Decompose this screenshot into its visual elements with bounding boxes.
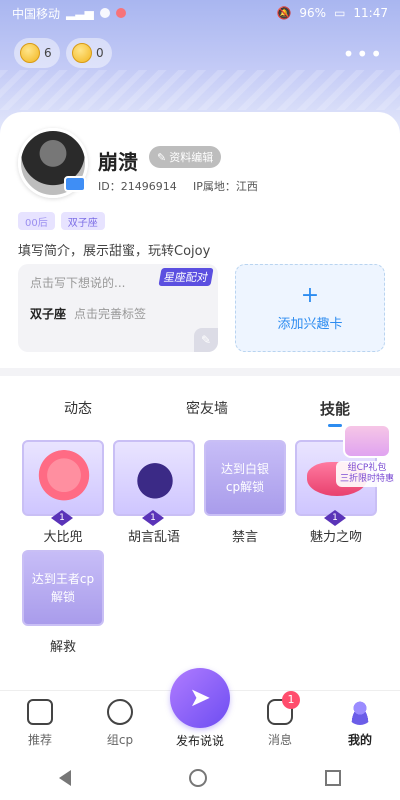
gift-promo-text: 组CP礼包 三折限时特惠	[336, 461, 398, 487]
cp-gift-promo[interactable]: 组CP礼包 三折限时特惠	[336, 424, 398, 490]
home-icon	[27, 699, 53, 725]
user-id: ID：21496914	[98, 180, 177, 193]
battery-icon: ▭	[334, 6, 346, 20]
nav-messages[interactable]: 消息	[250, 699, 310, 748]
section-divider	[0, 368, 400, 376]
user-name: 崩溃	[98, 150, 138, 174]
profile-tags: 00后 双子座	[18, 212, 105, 230]
slap-icon	[36, 450, 92, 506]
more-options-icon[interactable]: •••	[343, 42, 384, 66]
coin-balance[interactable]: 0	[66, 38, 112, 68]
profile-card: 崩溃 ✎ 资料编辑 ID：21496914 IP属地：江西 00后 双子座 填写…	[0, 112, 400, 368]
nav-recommend[interactable]: 推荐	[10, 699, 70, 748]
add-interest-label: 添加兴趣卡	[277, 316, 343, 332]
nav-me[interactable]: 我的	[330, 699, 390, 748]
crown-balance[interactable]: 6	[14, 38, 60, 68]
coin-count: 0	[96, 46, 104, 60]
battery-label: 96%	[299, 6, 327, 20]
crown-icon	[20, 43, 40, 63]
skill-image	[113, 440, 195, 516]
nav-label: 我的	[347, 733, 372, 747]
tab-friend-wall[interactable]: 密友墙	[186, 398, 228, 418]
skill-image-locked: 达到白银cp解锁	[204, 440, 286, 516]
crown-count: 6	[44, 46, 52, 60]
zodiac-match-badge: 星座配对	[158, 268, 214, 286]
complete-tags-link[interactable]: 点击完善标签	[74, 307, 146, 321]
skill-name: 禁言	[231, 530, 258, 545]
skill-name: 解救	[49, 640, 76, 655]
skill-card[interactable]: 达到王者cp解锁 解救	[22, 550, 104, 655]
post-prompt-card[interactable]: 点击写下想说的... 双子座 点击完善标签 星座配对 ✎	[18, 264, 218, 352]
nonsense-icon	[127, 450, 183, 506]
zodiac-tag: 双子座	[60, 212, 105, 230]
nav-label: 消息	[267, 733, 292, 747]
skill-card[interactable]: 1 大比兜	[22, 440, 104, 545]
recent-apps-icon[interactable]	[325, 770, 341, 786]
edit-corner-icon[interactable]: ✎	[194, 328, 218, 352]
publish-post-label: 发布说说	[175, 734, 224, 748]
age-tag: 00后	[18, 212, 55, 230]
skill-name: 大比兜	[43, 530, 83, 545]
unlock-requirement: 达到白银cp解锁	[220, 462, 269, 494]
back-icon[interactable]	[59, 770, 71, 786]
gift-box-icon	[343, 424, 391, 458]
nav-label: 组cp	[106, 733, 134, 747]
skill-name: 胡言乱语	[127, 530, 180, 545]
tab-moments[interactable]: 动态	[64, 398, 92, 418]
home-circle-icon[interactable]	[189, 769, 207, 787]
bio-text[interactable]: 填写简介，展示甜蜜，玩转Cojoy	[18, 240, 210, 259]
post-zodiac: 双子座	[30, 307, 67, 321]
nav-label: 推荐	[27, 733, 52, 747]
unlock-requirement: 达到王者cp解锁	[31, 572, 95, 604]
signal-icon: ▂▃▅	[66, 6, 94, 20]
tab-skills[interactable]: 技能	[320, 398, 350, 419]
gift-promo-line1: 组CP礼包	[347, 463, 387, 473]
chat-notification-icon	[99, 8, 110, 18]
profile-icon	[347, 699, 373, 725]
skill-card[interactable]: 1 胡言乱语	[113, 440, 195, 545]
location-icon	[115, 8, 126, 18]
send-icon: ➤	[189, 683, 211, 713]
coin-icon	[72, 43, 92, 63]
post-tag-row: 双子座 点击完善标签	[30, 305, 206, 322]
ip-location: IP属地：江西	[193, 180, 258, 193]
skill-image	[22, 440, 104, 516]
edit-profile-button[interactable]: ✎ 资料编辑	[149, 146, 222, 168]
publish-post-button[interactable]: ➤	[170, 668, 230, 728]
carrier-label: 中国移动	[12, 6, 61, 21]
hearts-icon	[107, 699, 133, 725]
add-interest-card[interactable]: + 添加兴趣卡	[235, 264, 385, 352]
pencil-icon: ✎	[157, 150, 167, 164]
system-navigation-bar	[0, 756, 400, 800]
nav-form-cp[interactable]: 组cp	[90, 699, 150, 748]
gift-promo-line2: 三折限时特惠	[339, 474, 394, 484]
status-bar: 中国移动 ▂▃▅ 🔕 96% ▭ 11:47	[0, 0, 400, 26]
skill-name: 魅力之吻	[309, 530, 362, 545]
mute-icon: 🔕	[276, 6, 292, 20]
skill-image-locked: 达到王者cp解锁	[22, 550, 104, 626]
edit-profile-label: 资料编辑	[169, 151, 214, 164]
skill-card[interactable]: 达到白银cp解锁 禁言	[204, 440, 286, 545]
plus-icon: +	[300, 282, 320, 308]
clock: 11:47	[353, 6, 388, 20]
avatar-badge-icon	[64, 176, 86, 192]
message-count-badge: 1	[282, 691, 300, 709]
